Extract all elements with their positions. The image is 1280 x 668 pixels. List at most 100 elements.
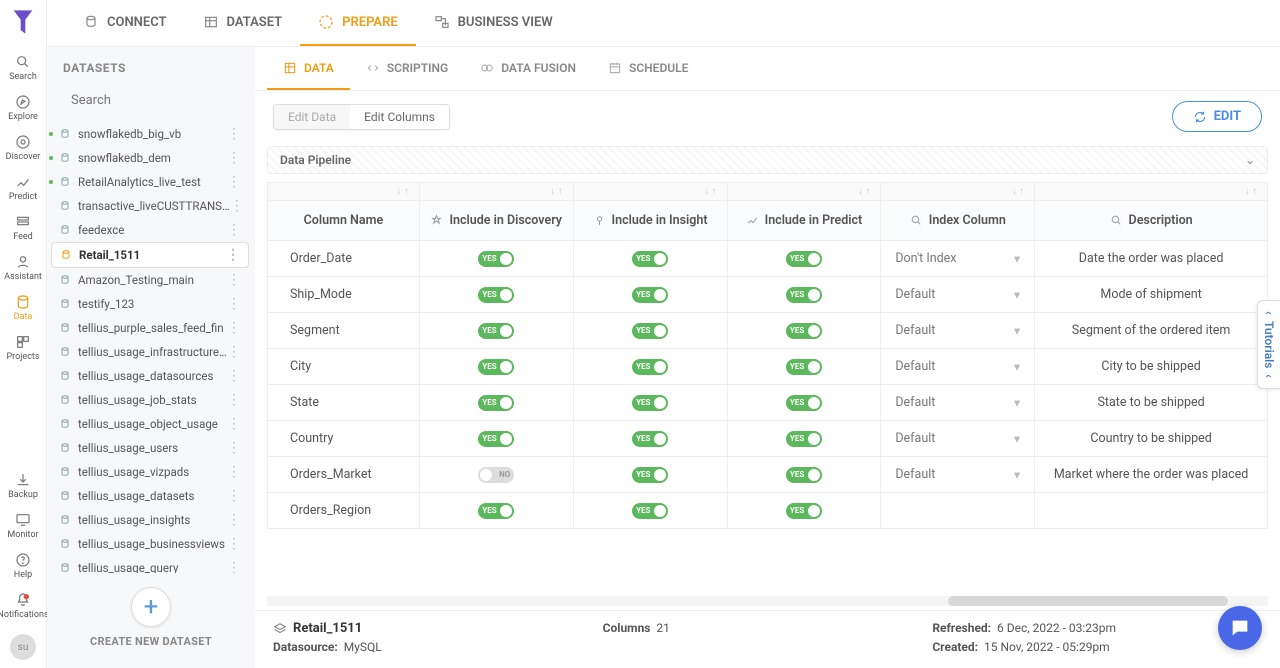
more-icon[interactable]: ⋮	[227, 537, 241, 551]
rail-assistant[interactable]: Assistant	[4, 248, 42, 288]
column-header[interactable]: Description	[1035, 201, 1268, 241]
more-icon[interactable]: ⋮	[227, 393, 241, 407]
more-icon[interactable]: ⋮	[226, 248, 240, 262]
more-icon[interactable]: ⋮	[227, 321, 241, 335]
more-icon[interactable]: ⋮	[227, 561, 241, 573]
subtab-scripting[interactable]: SCRIPTING	[350, 47, 464, 90]
toggle-switch[interactable]: YES	[632, 503, 668, 519]
index-select[interactable]: Default▾	[895, 359, 1020, 375]
dataset-item[interactable]: tellius_usage_object_usage ⋮	[51, 412, 249, 436]
toggle-switch[interactable]: YES	[632, 251, 668, 267]
index-select[interactable]: Default▾	[895, 323, 1020, 339]
more-icon[interactable]: ⋮	[227, 345, 241, 359]
index-select[interactable]: Default▾	[895, 467, 1020, 483]
subtab-data-fusion[interactable]: DATA FUSION	[464, 47, 592, 90]
chat-fab[interactable]	[1218, 606, 1262, 650]
toggle-switch[interactable]: NO	[478, 467, 514, 483]
subtab-schedule[interactable]: SCHEDULE	[592, 47, 704, 90]
more-icon[interactable]: ⋮	[227, 417, 241, 431]
dataset-item[interactable]: tellius_usage_insights ⋮	[51, 508, 249, 532]
toggle-switch[interactable]: YES	[632, 323, 668, 339]
rail-backup[interactable]: Backup	[0, 466, 49, 506]
dataset-item[interactable]: transactive_liveCUSTTRANS… ⋮	[51, 194, 249, 218]
toggle-switch[interactable]: YES	[786, 395, 822, 411]
user-avatar[interactable]: su	[10, 634, 36, 660]
toggle-switch[interactable]: YES	[632, 431, 668, 447]
dataset-item[interactable]: snowflakedb_big_vb ⋮	[51, 122, 249, 146]
index-select[interactable]: Default▾	[895, 431, 1020, 447]
column-header[interactable]: Include in Predict	[727, 201, 881, 241]
rail-explore[interactable]: Explore	[4, 88, 42, 128]
sort-arrows[interactable]: ↓ ↑	[268, 183, 420, 201]
column-header[interactable]: Column Name	[268, 201, 420, 241]
toggle-switch[interactable]: YES	[786, 467, 822, 483]
column-header[interactable]: Include in Insight	[573, 201, 727, 241]
edit-data-tab[interactable]: Edit Data	[274, 105, 350, 129]
dataset-item[interactable]: feedexce ⋮	[51, 218, 249, 242]
rail-search[interactable]: Search	[4, 48, 42, 88]
more-icon[interactable]: ⋮	[227, 513, 241, 527]
data-pipeline-bar[interactable]: Data Pipeline ⌄	[267, 146, 1268, 174]
horizontal-scrollbar[interactable]	[267, 596, 1268, 606]
rail-help[interactable]: Help	[0, 546, 49, 586]
more-icon[interactable]: ⋮	[230, 199, 244, 213]
dataset-item[interactable]: tellius_usage_vizpads ⋮	[51, 460, 249, 484]
sort-arrows[interactable]: ↓ ↑	[1035, 183, 1268, 201]
rail-monitor[interactable]: Monitor	[0, 506, 49, 546]
more-icon[interactable]: ⋮	[227, 151, 241, 165]
toggle-switch[interactable]: YES	[478, 431, 514, 447]
dataset-item[interactable]: tellius_usage_infrastructure… ⋮	[51, 340, 249, 364]
dataset-item[interactable]: snowflakedb_dem ⋮	[51, 146, 249, 170]
dataset-item[interactable]: tellius_usage_query ⋮	[51, 556, 249, 573]
rail-predict[interactable]: Predict	[4, 168, 42, 208]
more-icon[interactable]: ⋮	[227, 223, 241, 237]
edit-columns-tab[interactable]: Edit Columns	[350, 105, 449, 129]
sort-arrows[interactable]: ↓ ↑	[881, 183, 1035, 201]
index-select[interactable]: Default▾	[895, 395, 1020, 411]
sort-arrows[interactable]: ↓ ↑	[727, 183, 881, 201]
rail-projects[interactable]: Projects	[4, 328, 42, 368]
dataset-item[interactable]: tellius_usage_datasets ⋮	[51, 484, 249, 508]
toggle-switch[interactable]: YES	[632, 467, 668, 483]
more-icon[interactable]: ⋮	[227, 489, 241, 503]
subtab-data[interactable]: DATA	[267, 47, 350, 90]
dataset-item[interactable]: tellius_usage_job_stats ⋮	[51, 388, 249, 412]
more-icon[interactable]: ⋮	[227, 369, 241, 383]
rail-discover[interactable]: Discover	[4, 128, 42, 168]
toggle-switch[interactable]: YES	[786, 323, 822, 339]
rail-notifications[interactable]: Notifications	[0, 586, 49, 626]
tab-dataset[interactable]: DATASET	[185, 0, 301, 46]
column-header[interactable]: Include in Discovery	[419, 201, 573, 241]
toggle-switch[interactable]: YES	[478, 503, 514, 519]
toggle-switch[interactable]: YES	[478, 251, 514, 267]
toggle-switch[interactable]: YES	[786, 431, 822, 447]
dataset-item[interactable]: testify_123 ⋮	[51, 292, 249, 316]
dataset-search-input[interactable]	[67, 87, 241, 114]
dataset-item[interactable]: tellius_purple_sales_feed_fin ⋮	[51, 316, 249, 340]
tab-connect[interactable]: CONNECT	[65, 0, 185, 46]
toggle-switch[interactable]: YES	[632, 395, 668, 411]
column-header[interactable]: Index Column	[881, 201, 1035, 241]
toggle-switch[interactable]: YES	[786, 251, 822, 267]
more-icon[interactable]: ⋮	[227, 297, 241, 311]
dataset-item[interactable]: tellius_usage_businessviews ⋮	[51, 532, 249, 556]
edit-button[interactable]: EDIT	[1172, 101, 1262, 132]
toggle-switch[interactable]: YES	[786, 287, 822, 303]
toggle-switch[interactable]: YES	[786, 359, 822, 375]
more-icon[interactable]: ⋮	[227, 273, 241, 287]
toggle-switch[interactable]: YES	[632, 359, 668, 375]
rail-feed[interactable]: Feed	[4, 208, 42, 248]
dataset-item[interactable]: tellius_usage_datasources ⋮	[51, 364, 249, 388]
toggle-switch[interactable]: YES	[786, 503, 822, 519]
more-icon[interactable]: ⋮	[227, 441, 241, 455]
tab-business-view[interactable]: BUSINESS VIEW	[416, 0, 571, 46]
create-dataset-button[interactable]: +	[131, 587, 171, 627]
sort-arrows[interactable]: ↓ ↑	[573, 183, 727, 201]
dataset-item[interactable]: Retail_1511 ⋮	[51, 242, 249, 268]
toggle-switch[interactable]: YES	[478, 287, 514, 303]
more-icon[interactable]: ⋮	[227, 175, 241, 189]
more-icon[interactable]: ⋮	[227, 127, 241, 141]
tutorials-tab[interactable]: ‹ Tutorials ‹	[1257, 300, 1280, 389]
index-select[interactable]: Default▾	[895, 287, 1020, 303]
toggle-switch[interactable]: YES	[478, 323, 514, 339]
